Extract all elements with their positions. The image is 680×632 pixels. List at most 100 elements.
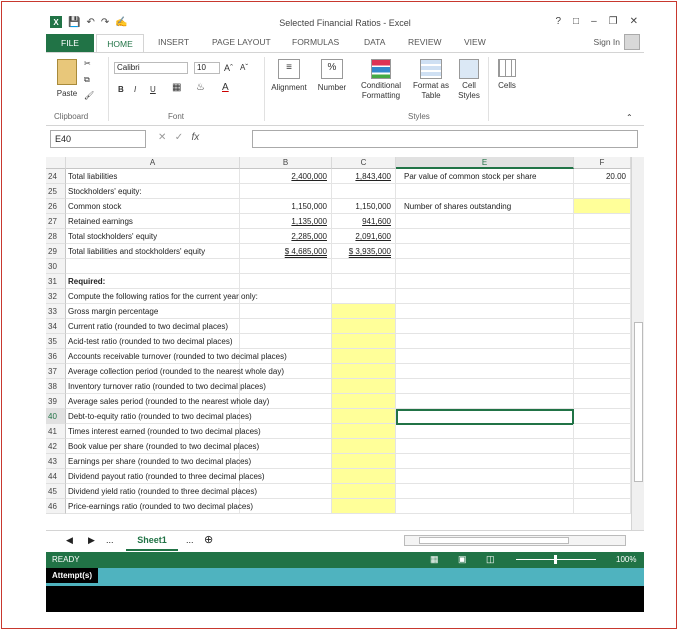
cell-a[interactable]: Inventory turnover ratio (rounded to two…	[66, 379, 266, 394]
zoom-slider-thumb[interactable]	[554, 555, 557, 564]
cell-a[interactable]	[66, 259, 240, 274]
cell-b[interactable]	[240, 184, 332, 199]
row-header[interactable]: 33	[46, 304, 66, 319]
cell-a[interactable]: Stockholders' equity:	[66, 184, 240, 199]
zoom-level[interactable]: 100%	[616, 555, 636, 564]
collapse-ribbon-icon[interactable]: ⌃	[626, 113, 633, 123]
cell-f[interactable]	[574, 199, 631, 214]
cell-f[interactable]	[574, 454, 631, 469]
cell-f[interactable]	[574, 244, 631, 259]
cell-e[interactable]	[396, 244, 574, 259]
font-color-icon[interactable]: A	[222, 83, 229, 93]
format-painter-icon[interactable]: 🖌	[84, 91, 94, 101]
cell-c[interactable]	[332, 394, 396, 409]
increase-font-icon[interactable]: Aˆ	[224, 63, 233, 73]
font-name-select[interactable]: Calibri	[114, 62, 188, 74]
cell-c[interactable]: 1,150,000	[332, 199, 396, 214]
cell-b[interactable]	[240, 319, 332, 334]
cell-e[interactable]	[396, 349, 574, 364]
underline-button[interactable]: U	[150, 85, 156, 95]
cell-f[interactable]	[574, 484, 631, 499]
enter-icon[interactable]: ✓	[175, 132, 183, 143]
copy-icon[interactable]: ⧉	[84, 75, 90, 85]
cell-a[interactable]: Current ratio (rounded to two decimal pl…	[66, 319, 240, 334]
cell-c[interactable]	[332, 259, 396, 274]
cell-b[interactable]	[240, 469, 332, 484]
cell-e[interactable]	[396, 364, 574, 379]
cell-e[interactable]	[396, 259, 574, 274]
help-button[interactable]: ?	[555, 16, 561, 27]
restore-icon[interactable]: ❐	[609, 16, 618, 27]
cell-c[interactable]	[332, 274, 396, 289]
cell-e[interactable]	[396, 484, 574, 499]
cell-a[interactable]: Total liabilities and stockholders' equi…	[66, 244, 240, 259]
row-header[interactable]: 24	[46, 169, 66, 184]
cell-b[interactable]	[240, 424, 332, 439]
add-sheet-icon[interactable]: ⊕	[204, 533, 213, 546]
cell-f[interactable]	[574, 364, 631, 379]
sign-in-link[interactable]: Sign In	[594, 37, 620, 47]
active-cell-selection[interactable]	[396, 409, 574, 425]
cell-b[interactable]: $ 4,685,000	[240, 244, 332, 259]
cell-a[interactable]: Average collection period (rounded to th…	[66, 364, 284, 379]
cell-e[interactable]	[396, 184, 574, 199]
paste-button[interactable]: Paste	[52, 59, 82, 99]
tab-insert[interactable]: INSERT	[158, 37, 189, 47]
cell-b[interactable]	[240, 349, 332, 364]
row-header[interactable]: 41	[46, 424, 66, 439]
bold-button[interactable]: B	[118, 85, 124, 95]
cell-c[interactable]: 941,600	[332, 214, 396, 229]
tab-file[interactable]: FILE	[46, 34, 94, 52]
column-header-f[interactable]: F	[574, 157, 631, 169]
font-size-select[interactable]: 10	[194, 62, 220, 74]
tab-home[interactable]: HOME	[96, 34, 144, 52]
cell-b[interactable]	[240, 274, 332, 289]
tab-formulas[interactable]: FORMULAS	[292, 37, 339, 47]
row-header[interactable]: 25	[46, 184, 66, 199]
cell-c[interactable]: 2,091,600	[332, 229, 396, 244]
cell-b[interactable]: 1,150,000	[240, 199, 332, 214]
cell-a[interactable]: Compute the following ratios for the cur…	[66, 289, 258, 304]
cells-button[interactable]: Cells	[492, 59, 522, 91]
cell-e[interactable]	[396, 379, 574, 394]
row-header[interactable]: 30	[46, 259, 66, 274]
row-header[interactable]: 46	[46, 499, 66, 514]
cell-e[interactable]	[396, 289, 574, 304]
next-sheet-icon[interactable]: ▶	[88, 535, 95, 546]
cell-b[interactable]: 1,135,000	[240, 214, 332, 229]
page-break-view-icon[interactable]: ◫	[486, 554, 495, 565]
borders-icon[interactable]: ▦	[172, 83, 181, 93]
cell-e[interactable]	[396, 439, 574, 454]
ribbon-display-icon[interactable]: □	[573, 16, 579, 27]
zoom-slider[interactable]	[516, 555, 596, 564]
cell-a[interactable]: Retained earnings	[66, 214, 240, 229]
cell-c[interactable]	[332, 454, 396, 469]
fill-color-icon[interactable]: ♨	[196, 83, 205, 93]
row-header[interactable]: 37	[46, 364, 66, 379]
cell-e[interactable]	[396, 214, 574, 229]
row-header[interactable]: 43	[46, 454, 66, 469]
cell-c[interactable]: $ 3,935,000	[332, 244, 396, 259]
cell-e[interactable]: Par value of common stock per share	[396, 169, 574, 184]
cell-f[interactable]	[574, 334, 631, 349]
tab-data[interactable]: DATA	[364, 37, 385, 47]
cell-f[interactable]	[574, 319, 631, 334]
cell-b[interactable]	[240, 379, 332, 394]
cut-icon[interactable]: ✂	[84, 59, 91, 69]
cell-e[interactable]	[396, 304, 574, 319]
cell-b[interactable]	[240, 409, 332, 424]
cell-c[interactable]	[332, 499, 396, 514]
cell-a[interactable]: Price-earnings ratio (rounded to two dec…	[66, 499, 253, 514]
cell-e[interactable]: Number of shares outstanding	[396, 199, 574, 214]
row-header[interactable]: 40	[46, 409, 66, 424]
row-header[interactable]: 38	[46, 379, 66, 394]
cell-a[interactable]: Times interest earned (rounded to two de…	[66, 424, 261, 439]
row-header[interactable]: 44	[46, 469, 66, 484]
row-header[interactable]: 31	[46, 274, 66, 289]
cell-b[interactable]	[240, 289, 332, 304]
cell-f[interactable]	[574, 379, 631, 394]
cell-c[interactable]: 1,843,400	[332, 169, 396, 184]
cell-c[interactable]	[332, 379, 396, 394]
cell-f[interactable]	[574, 394, 631, 409]
conditional-formatting-button[interactable]: Conditional Formatting	[354, 59, 408, 101]
